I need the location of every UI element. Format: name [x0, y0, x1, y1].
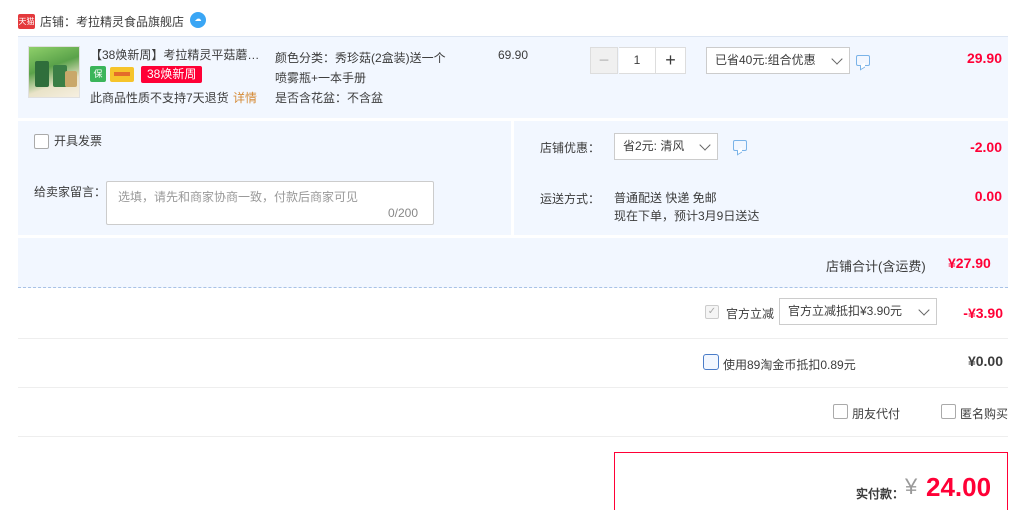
- promo-select[interactable]: 已省40元:组合优惠: [706, 47, 850, 74]
- comment-icon[interactable]: [733, 140, 747, 151]
- pay-amount: 24.00: [926, 472, 992, 502]
- sku-line: 是否含花盆：不含盆: [275, 91, 384, 105]
- quantity-increase-button[interactable]: +: [655, 47, 686, 74]
- promo-select-value: 已省40元:组合优惠: [715, 53, 816, 67]
- wangwang-chat-icon[interactable]: ☁: [190, 12, 206, 28]
- guarantee-icon: 保: [90, 66, 106, 82]
- sku-info: 颜色分类：秀珍菇(2盒装)送一个 喷雾瓶+一本手册 是否含花盆：不含盆: [275, 48, 465, 108]
- product-thumbnail[interactable]: [28, 46, 80, 98]
- sku-line: 喷雾瓶+一本手册: [275, 71, 367, 85]
- message-label: 给卖家留言：: [34, 185, 107, 199]
- detail-link[interactable]: 详情: [233, 90, 257, 106]
- friend-pay-checkbox[interactable]: [833, 404, 848, 419]
- divider: [18, 338, 1008, 339]
- chevron-down-icon: [699, 139, 711, 151]
- taobao-coin-label[interactable]: 使用89淘金币抵扣0.89元: [723, 356, 856, 373]
- product-title-link[interactable]: 【38焕新周】考拉精灵平菇蘑菇种植包: [90, 47, 262, 63]
- no-return-notice: 此商品性质不支持7天退货: [90, 91, 229, 105]
- seller-message-placeholder: 选填，请先和商家协商一致，付款后商家可见: [118, 190, 359, 204]
- taobao-coin-value: ¥0.00: [967, 353, 1003, 369]
- chevron-down-icon: [918, 304, 930, 316]
- promo-tag: 38焕新周: [141, 66, 203, 83]
- shipping-method: 普通配送 快递 免邮: [614, 191, 717, 205]
- shop-total-label: 店铺合计(含运费): [826, 259, 926, 274]
- comment-icon[interactable]: [856, 55, 870, 66]
- official-discount-value: -¥3.90: [963, 305, 1003, 321]
- invoice-label[interactable]: 开具发票: [54, 134, 102, 149]
- card-icon: [110, 67, 134, 82]
- unit-price: 69.90: [498, 48, 529, 62]
- shipping-value: 0.00: [974, 188, 1002, 204]
- divider: [18, 387, 1008, 388]
- shipping-eta: 现在下单，预计3月9日送达: [614, 209, 760, 223]
- shop-discount-label: 店铺优惠：: [540, 141, 601, 155]
- pay-currency: ¥: [905, 474, 918, 499]
- item-subtotal: 29.90: [966, 50, 1002, 66]
- shop-total-value: ¥27.90: [948, 255, 991, 271]
- official-discount-checkbox[interactable]: ✓: [705, 305, 719, 319]
- shop-discount-value: -2.00: [970, 139, 1002, 155]
- taobao-coin-checkbox[interactable]: [703, 354, 719, 370]
- shop-name-link[interactable]: 店铺：考拉精灵食品旗舰店: [40, 14, 184, 30]
- shipping-label: 运送方式：: [540, 192, 601, 206]
- quantity-decrease-button[interactable]: −: [590, 47, 618, 74]
- anonymous-checkbox[interactable]: [941, 404, 956, 419]
- pay-label: 实付款：: [856, 487, 905, 501]
- tmall-icon: 天猫: [18, 14, 35, 29]
- shop-discount-select-value: 省2元: 清风: [623, 139, 685, 153]
- quantity-input[interactable]: 1: [619, 47, 655, 74]
- chevron-down-icon: [831, 53, 843, 65]
- friend-pay-label[interactable]: 朋友代付: [852, 405, 900, 422]
- sku-line: 颜色分类：秀珍菇(2盒装)送一个: [275, 51, 446, 65]
- official-discount-select-value: 官方立减抵扣¥3.90元: [788, 304, 903, 318]
- invoice-checkbox[interactable]: [34, 134, 49, 149]
- message-char-count: 0/200: [388, 206, 419, 220]
- shop-discount-select[interactable]: 省2元: 清风: [614, 133, 718, 160]
- divider: [18, 436, 1008, 437]
- anonymous-label[interactable]: 匿名购买: [960, 405, 1008, 422]
- official-discount-select[interactable]: 官方立减抵扣¥3.90元: [779, 298, 937, 325]
- official-discount-label: 官方立减: [726, 307, 775, 321]
- shipping-info: 普通配送 快递 免邮 现在下单，预计3月9日送达: [614, 189, 759, 225]
